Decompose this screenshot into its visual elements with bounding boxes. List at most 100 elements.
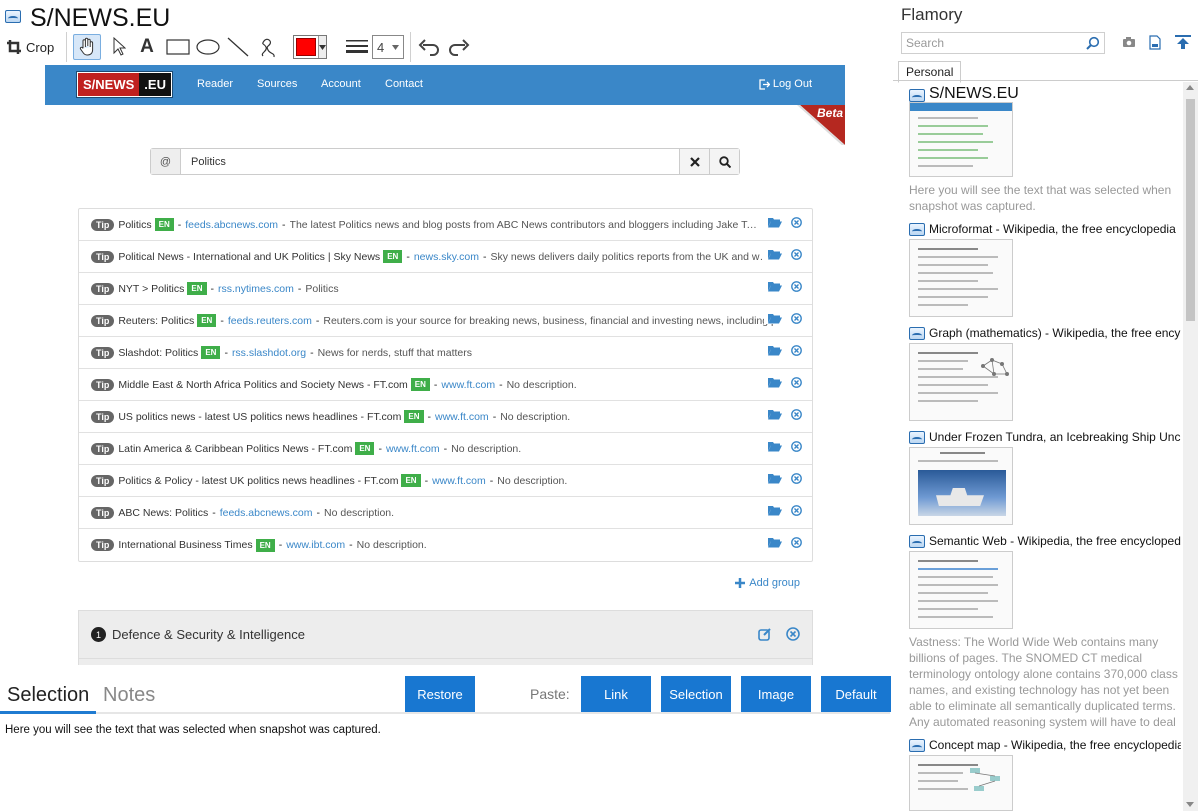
remove-feed-icon[interactable]	[791, 409, 802, 420]
feed-url[interactable]: rss.slashdot.org	[232, 347, 306, 359]
feed-row[interactable]: Tip Political News - International and UK…	[79, 241, 812, 273]
folder-icon[interactable]	[768, 537, 782, 548]
color-picker[interactable]	[293, 34, 327, 60]
remove-feed-icon[interactable]	[791, 537, 802, 548]
remove-feed-icon[interactable]	[791, 473, 802, 484]
logout-link[interactable]: Log Out	[759, 78, 812, 90]
folder-icon[interactable]	[768, 345, 782, 356]
paste-link-button[interactable]: Link	[581, 676, 651, 712]
line-width-button[interactable]	[344, 34, 370, 60]
feed-url[interactable]: feeds.abcnews.com	[220, 507, 313, 519]
camera-icon[interactable]	[1122, 36, 1136, 48]
tip-badge[interactable]: Tip	[91, 250, 115, 263]
sidebar-scrollbar[interactable]	[1183, 82, 1198, 811]
feed-url[interactable]: rss.nytimes.com	[218, 283, 294, 295]
folder-icon[interactable]	[768, 249, 782, 260]
feed-row[interactable]: Tip Slashdot: Politics EN - rss.slashdot.org…	[79, 337, 812, 369]
collapse-top-icon[interactable]	[1175, 35, 1191, 50]
freehand-tool-button[interactable]	[256, 34, 280, 60]
undo-button[interactable]	[416, 34, 442, 60]
search-icon[interactable]	[1086, 36, 1100, 50]
feed-row[interactable]: Tip International Business Times EN - www.ib…	[79, 529, 812, 561]
feed-row[interactable]: Tip US politics news - latest US politics…	[79, 401, 812, 433]
tab-selection[interactable]: Selection	[7, 684, 89, 711]
tip-badge[interactable]: Tip	[91, 218, 115, 231]
hand-icon	[79, 37, 94, 56]
folder-icon[interactable]	[768, 313, 782, 324]
remove-feed-icon[interactable]	[791, 281, 802, 292]
feed-url[interactable]: feeds.reuters.com	[228, 315, 312, 327]
tip-badge[interactable]: Tip	[91, 282, 115, 295]
feed-row[interactable]: Tip Politics EN - feeds.abcnews.com - The late…	[79, 209, 812, 241]
clear-search-button[interactable]	[679, 149, 709, 174]
feed-url[interactable]: feeds.abcnews.com	[185, 219, 278, 231]
folder-icon[interactable]	[768, 409, 782, 420]
paste-selection-button[interactable]: Selection	[661, 676, 731, 712]
tip-badge[interactable]: Tip	[91, 539, 115, 551]
remove-feed-icon[interactable]	[791, 377, 802, 388]
remove-feed-icon[interactable]	[791, 313, 802, 324]
group-header[interactable]: 1 Defence & Security & Intelligence	[79, 611, 812, 659]
feed-url[interactable]: www.ft.com	[386, 443, 440, 455]
tab-notes[interactable]: Notes	[103, 684, 155, 707]
search-button[interactable]	[709, 149, 739, 174]
site-logo[interactable]: S/NEWS .EU	[77, 72, 172, 97]
snapshot-search-input[interactable]: Search	[901, 32, 1105, 54]
feed-url[interactable]: www.ft.com	[432, 475, 486, 487]
tip-badge[interactable]: Tip	[91, 346, 115, 359]
tip-badge[interactable]: Tip	[91, 442, 115, 455]
feed-url[interactable]: www.ft.com	[441, 379, 495, 391]
snapshot-title: S/NEWS.EU	[30, 4, 171, 32]
feed-url[interactable]: news.sky.com	[414, 251, 479, 263]
tip-badge[interactable]: Tip	[91, 506, 115, 519]
feed-row[interactable]: Tip Politics & Policy - latest UK politic…	[79, 465, 812, 497]
edit-icon[interactable]	[758, 627, 772, 641]
ellipse-tool-button[interactable]	[195, 34, 221, 60]
remove-feed-icon[interactable]	[791, 345, 802, 356]
add-group-link[interactable]: Add group	[735, 577, 800, 589]
restore-button[interactable]: Restore	[405, 676, 475, 712]
folder-icon[interactable]	[768, 377, 782, 388]
feed-row[interactable]: Tip NYT > Politics EN - rss.nytimes.com - Poli…	[79, 273, 812, 305]
folder-icon[interactable]	[768, 473, 782, 484]
folder-icon[interactable]	[768, 441, 782, 452]
selection-text[interactable]: Here you will see the text that was sele…	[5, 724, 381, 736]
folder-icon[interactable]	[768, 281, 782, 292]
nav-contact[interactable]: Contact	[385, 78, 423, 90]
rectangle-tool-button[interactable]	[165, 34, 191, 60]
tip-badge[interactable]: Tip	[91, 474, 115, 487]
paste-image-button[interactable]: Image	[741, 676, 811, 712]
redo-button[interactable]	[446, 34, 472, 60]
remove-feed-icon[interactable]	[791, 505, 802, 516]
text-tool-button[interactable]: A	[136, 34, 158, 60]
line-tool-button[interactable]	[226, 34, 250, 60]
snapshot-viewport[interactable]: S/NEWS .EU Reader Sources Account Contac…	[45, 65, 845, 665]
feed-row[interactable]: Tip Reuters: Politics EN - feeds.reuters.com…	[79, 305, 812, 337]
document-icon[interactable]	[1149, 35, 1161, 50]
line-icon	[227, 37, 249, 57]
language-badge: EN	[401, 474, 421, 487]
feed-row[interactable]: Tip ABC News: Politics - feeds.abcnews.com -…	[79, 497, 812, 529]
paste-default-button[interactable]: Default	[821, 676, 891, 712]
select-tool-button[interactable]	[108, 34, 130, 60]
remove-group-icon[interactable]	[786, 627, 800, 641]
folder-icon[interactable]	[768, 505, 782, 516]
tip-badge[interactable]: Tip	[91, 314, 115, 327]
folder-icon[interactable]	[768, 217, 782, 228]
tip-badge[interactable]: Tip	[91, 410, 115, 423]
hand-tool-button[interactable]	[73, 34, 101, 60]
nav-reader[interactable]: Reader	[197, 78, 233, 90]
line-width-select[interactable]: 4	[372, 34, 404, 60]
feed-url[interactable]: www.ft.com	[435, 411, 489, 423]
remove-feed-icon[interactable]	[791, 249, 802, 260]
feed-url[interactable]: www.ibt.com	[286, 539, 345, 551]
feed-row[interactable]: Tip Latin America & Caribbean Politics Ne…	[79, 433, 812, 465]
crop-button[interactable]: Crop	[6, 34, 58, 60]
tip-badge[interactable]: Tip	[91, 378, 115, 391]
remove-feed-icon[interactable]	[791, 441, 802, 452]
feed-search-input[interactable]: Politics	[181, 149, 679, 174]
nav-account[interactable]: Account	[321, 78, 361, 90]
remove-feed-icon[interactable]	[791, 217, 802, 228]
feed-row[interactable]: Tip Middle East & North Africa Politics a…	[79, 369, 812, 401]
nav-sources[interactable]: Sources	[257, 78, 297, 90]
